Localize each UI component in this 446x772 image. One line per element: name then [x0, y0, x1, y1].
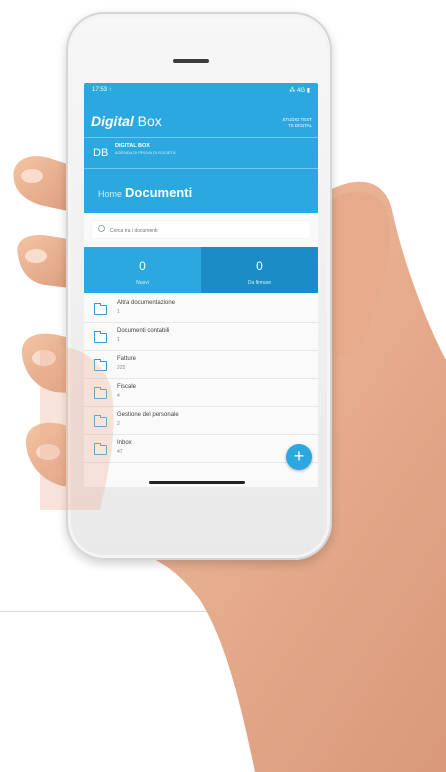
folder-count: 1 [117, 337, 120, 343]
page-title: Documenti [125, 185, 193, 200]
phone-speaker [173, 59, 209, 63]
folder-name: Fatture [117, 356, 137, 362]
folder-name: Altra documentazione [117, 300, 176, 306]
folder-name: Documenti contabili [117, 328, 170, 334]
breadcrumb: Home Documenti [98, 184, 192, 202]
stat-to-sign-label: Da firmare [247, 280, 272, 286]
stat-to-sign-value: 0 [256, 259, 263, 273]
studio-line-2: TS DIGITAL [287, 123, 312, 128]
list-item[interactable]: Documenti contabili 1 [84, 323, 318, 351]
status-icons: ⁂ 4G ▮ [289, 88, 310, 94]
search-icon [98, 225, 105, 232]
folder-icon [94, 331, 107, 343]
folder-count: 1 [117, 309, 120, 315]
status-bar: 17:53 ↑ ⁂ 4G ▮ [92, 87, 310, 99]
search-input[interactable] [108, 224, 302, 237]
list-item[interactable]: Fatture 225 [84, 351, 318, 379]
status-time: 17:53 ↑ [92, 87, 112, 93]
folder-icon [94, 443, 107, 455]
stat-new-label: Nuovi [136, 280, 149, 286]
header-divider [84, 137, 318, 138]
add-button[interactable]: + [286, 444, 312, 470]
folder-icon [94, 387, 107, 399]
stats-panel: 0 Nuovi 0 Da firmare [84, 247, 318, 293]
folder-name: Fiscale [117, 384, 137, 390]
list-item[interactable]: Altra documentazione 1 [84, 295, 318, 323]
list-item[interactable]: Fiscale 4 [84, 379, 318, 407]
home-indicator [149, 481, 245, 484]
folder-count: 225 [117, 365, 126, 371]
folder-list: Altra documentazione 1 Documenti contabi… [84, 295, 318, 463]
folder-count: 2 [117, 421, 120, 427]
folder-count: 47 [117, 449, 123, 455]
folder-name: Inbox [117, 440, 132, 446]
stat-new-value: 0 [139, 259, 146, 273]
folder-icon [94, 415, 107, 427]
breadcrumb-home[interactable]: Home [98, 189, 122, 199]
folder-count: 4 [117, 393, 120, 399]
folder-name: Gestione del personale [117, 412, 179, 418]
logo-rest: Box [133, 113, 162, 129]
stat-to-sign[interactable]: 0 Da firmare [201, 247, 318, 293]
studio-selector[interactable]: STUDIO TEST TS DIGITAL [282, 117, 312, 129]
app-header: 17:53 ↑ ⁂ 4G ▮ Digital Box STUDIO TEST T… [84, 83, 318, 213]
app-logo: Digital Box [91, 113, 162, 129]
list-item[interactable]: Inbox 47 [84, 435, 318, 463]
company-badge: DB [93, 147, 109, 159]
company-title[interactable]: DIGITAL BOX [115, 143, 150, 149]
folder-icon [94, 303, 107, 315]
stat-new[interactable]: 0 Nuovi [84, 247, 201, 293]
folder-icon [94, 359, 107, 371]
app-screen: 17:53 ↑ ⁂ 4G ▮ Digital Box STUDIO TEST T… [84, 83, 318, 487]
company-divider [84, 168, 318, 169]
company-subtitle: AZIENDA DI PROVA DI SOCIETÀ [115, 150, 176, 155]
list-item[interactable]: Gestione del personale 2 [84, 407, 318, 435]
logo-bold: Digital [91, 113, 134, 129]
search-bar[interactable] [92, 221, 310, 238]
